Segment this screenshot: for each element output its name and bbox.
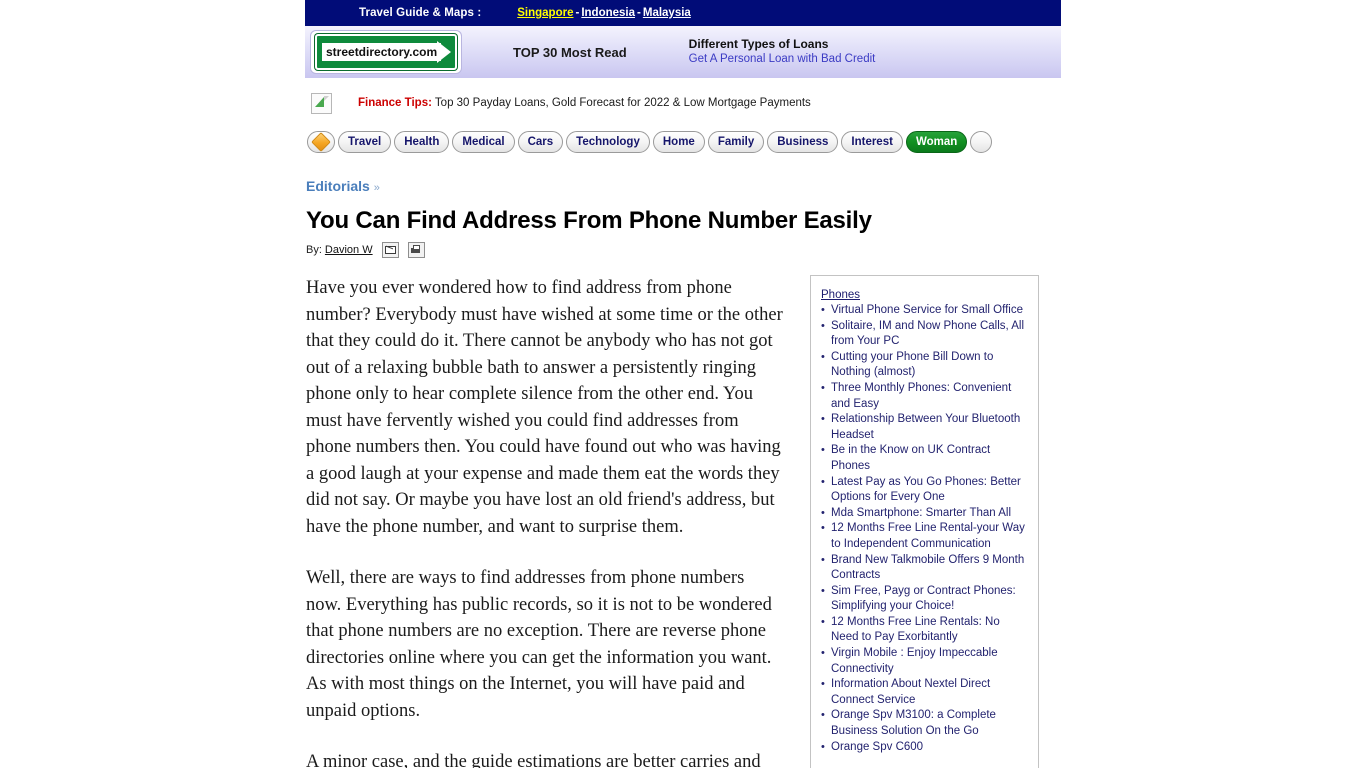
site-container: Travel Guide & Maps : Singapore - Indonesi… xyxy=(305,0,1061,768)
page-root: Travel Guide & Maps : Singapore - Indonesi… xyxy=(0,0,1366,768)
list-item[interactable]: 12 Months Free Line Rentals: No Need to … xyxy=(821,615,1030,646)
list-item[interactable]: Information About Nextel Direct Connect … xyxy=(821,677,1030,708)
breadcrumb-chevron-icon: » xyxy=(373,182,380,194)
list-item[interactable]: Relationship Between Your Bluetooth Head… xyxy=(821,412,1030,443)
link-singapore[interactable]: Singapore xyxy=(517,7,573,19)
tab-medical[interactable]: Medical xyxy=(452,131,515,153)
banner-ad-title: Different Types of Loans xyxy=(688,37,829,52)
article-body-area: Have you ever wondered how to find addre… xyxy=(306,275,1061,768)
finance-tips-text[interactable]: Finance Tips: Top 30 Payday Loans, Gold … xyxy=(358,97,811,109)
link-separator-2: - xyxy=(637,7,641,19)
article-text-column: Have you ever wondered how to find addre… xyxy=(306,275,783,768)
site-logo[interactable]: streetdirectory.com xyxy=(311,31,461,73)
top30-most-read-label[interactable]: TOP 30 Most Read xyxy=(513,45,627,60)
sidebar-heading[interactable]: Phones xyxy=(821,289,860,301)
list-item[interactable]: Virgin Mobile : Enjoy Impeccable Connect… xyxy=(821,646,1030,677)
finance-tips-strip: Finance Tips: Top 30 Payday Loans, Gold … xyxy=(305,88,1061,118)
travel-guide-bar: Travel Guide & Maps : Singapore - Indonesi… xyxy=(305,0,1061,26)
banner-ad-link[interactable]: Get A Personal Loan with Bad Credit xyxy=(689,52,876,68)
list-item[interactable]: Solitaire, IM and Now Phone Calls, All f… xyxy=(821,319,1030,350)
byline: By: Davion W xyxy=(306,242,1061,258)
author-link[interactable]: Davion W xyxy=(325,244,373,256)
link-malaysia[interactable]: Malaysia xyxy=(643,7,691,19)
list-item[interactable]: Cutting your Phone Bill Down to Nothing … xyxy=(821,350,1030,381)
list-item[interactable]: 12 Months Free Line Rental-your Way to I… xyxy=(821,521,1030,552)
list-item[interactable]: Virtual Phone Service for Small Office xyxy=(821,303,1030,319)
streetdirectory-sign-icon: streetdirectory.com xyxy=(315,34,457,70)
tab-cars[interactable]: Cars xyxy=(517,131,564,153)
list-item[interactable]: Brand New Talkmobile Offers 9 Month Cont… xyxy=(821,553,1030,584)
travel-guide-links: Singapore - Indonesia - Malaysia xyxy=(517,7,691,19)
tab-family[interactable]: Family xyxy=(707,131,765,153)
banner-advertisement[interactable]: Different Types of Loans Get A Personal … xyxy=(689,36,876,68)
category-navbar: Travel Health Medical Cars Technology Ho… xyxy=(305,130,1061,154)
envelope-icon[interactable] xyxy=(381,242,399,258)
list-item[interactable]: Three Monthly Phones: Convenient and Eas… xyxy=(821,381,1030,412)
nav-home-button[interactable] xyxy=(307,131,335,153)
tab-home[interactable]: Home xyxy=(652,131,705,153)
phones-related-sidebar: Phones Virtual Phone Service for Small O… xyxy=(810,275,1039,768)
article-content: Editorials » You Can Find Address From P… xyxy=(305,178,1061,768)
tab-health[interactable]: Health xyxy=(394,131,450,153)
list-item[interactable]: Sim Free, Payg or Contract Phones: Simpl… xyxy=(821,584,1030,615)
list-item[interactable]: Orange Spv M3100: a Complete Business So… xyxy=(821,708,1030,739)
finance-tips-label: Finance Tips: xyxy=(358,97,432,109)
tab-interest[interactable]: Interest xyxy=(841,131,903,153)
list-item[interactable]: Orange Spv C600 xyxy=(821,740,1030,756)
list-item[interactable]: Be in the Know on UK Contract Phones xyxy=(821,443,1030,474)
link-indonesia[interactable]: Indonesia xyxy=(581,7,635,19)
tab-technology[interactable]: Technology xyxy=(566,131,650,153)
page-title: You Can Find Address From Phone Number E… xyxy=(306,207,872,234)
tab-travel[interactable]: Travel xyxy=(338,131,392,153)
logo-text: streetdirectory.com xyxy=(322,43,442,61)
list-item[interactable]: Latest Pay as You Go Phones: Better Opti… xyxy=(821,475,1030,506)
sidebar-link-list: Virtual Phone Service for Small Office S… xyxy=(821,303,1030,755)
article-paragraph-3: A minor case, and the guide estimations … xyxy=(306,752,761,768)
byline-label: By: xyxy=(306,244,322,256)
printer-icon[interactable] xyxy=(407,242,425,258)
tab-woman[interactable]: Woman xyxy=(905,131,968,153)
finance-tips-body: Top 30 Payday Loans, Gold Forecast for 2… xyxy=(434,97,811,109)
tab-business[interactable]: Business xyxy=(767,131,839,153)
tab-overflow[interactable] xyxy=(970,131,993,153)
list-item[interactable]: Mda Smartphone: Smarter Than All xyxy=(821,506,1030,522)
travel-guide-label: Travel Guide & Maps : xyxy=(359,7,482,19)
site-banner: streetdirectory.com TOP 30 Most Read Dif… xyxy=(305,26,1061,78)
breadcrumb: Editorials » xyxy=(306,178,1061,194)
broken-image-icon xyxy=(311,92,332,114)
home-diamond-icon xyxy=(311,132,331,152)
article-paragraph-2: Well, there are ways to find addresses f… xyxy=(306,568,772,721)
article-paragraph-1: Have you ever wondered how to find addre… xyxy=(306,278,783,537)
breadcrumb-editorials-link[interactable]: Editorials xyxy=(306,178,370,194)
